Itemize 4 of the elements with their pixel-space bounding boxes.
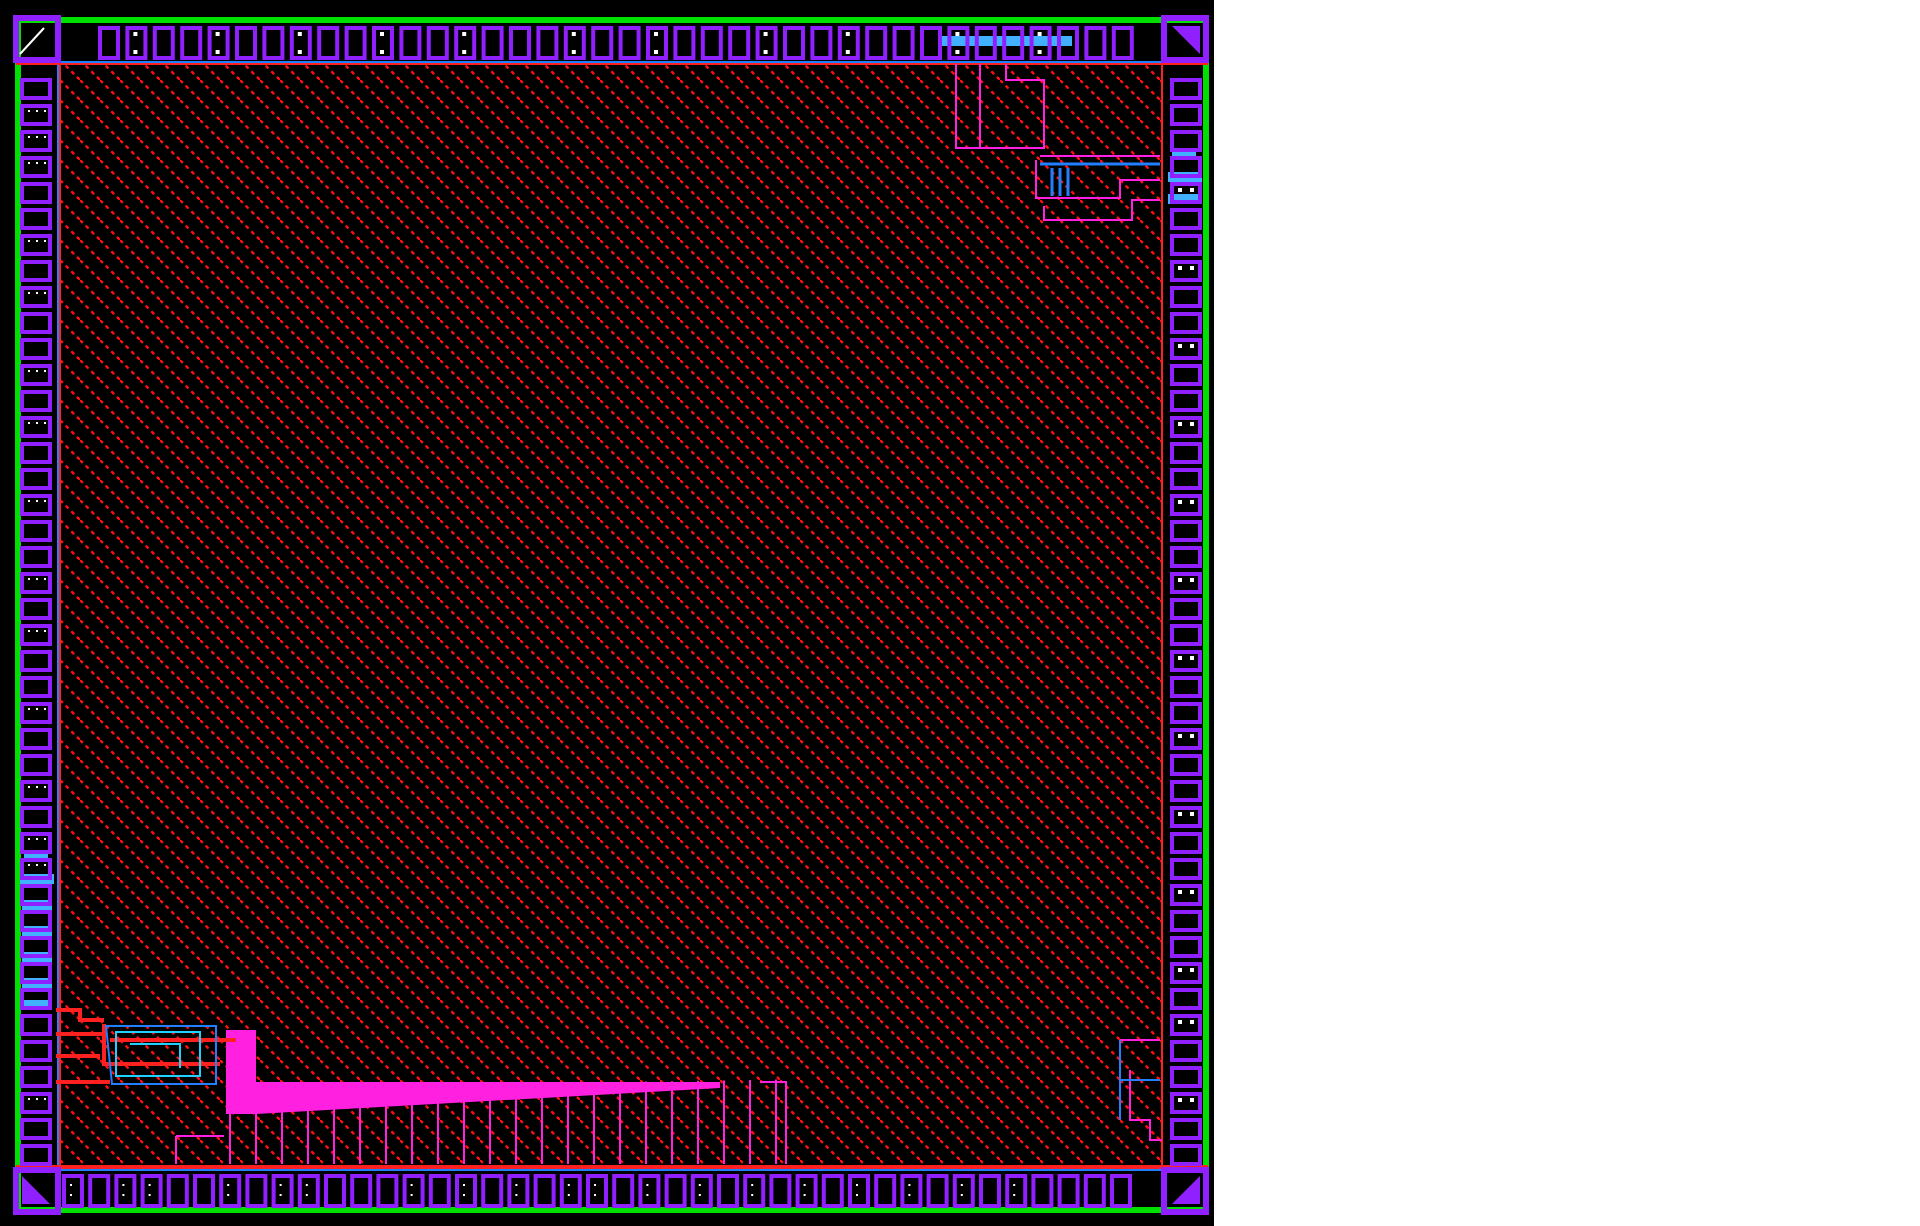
corner-cell [13,1167,61,1215]
corner-cell [13,15,61,63]
corner-cell [1161,15,1209,63]
corner-cell [1161,1167,1209,1215]
